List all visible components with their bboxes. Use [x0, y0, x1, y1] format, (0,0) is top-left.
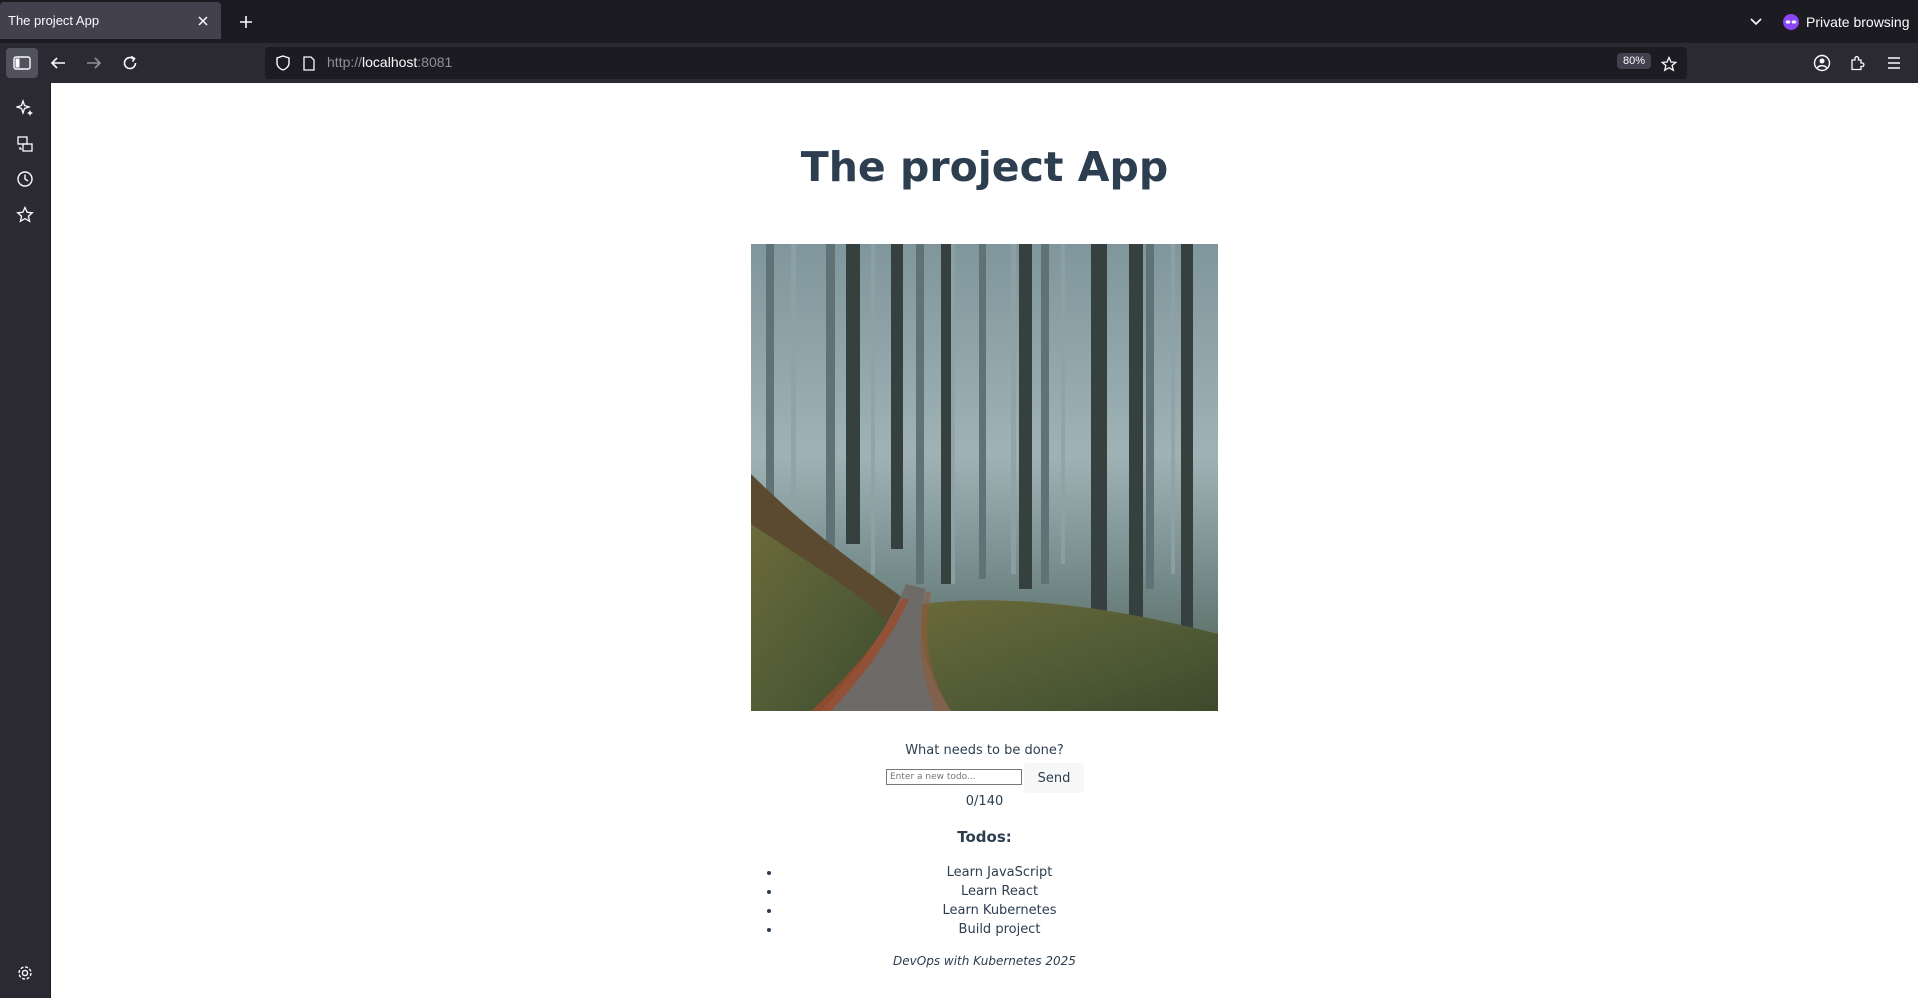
character-counter: 0/140 [965, 794, 1004, 809]
private-browsing-label: Private browsing [1806, 14, 1910, 30]
url-bar[interactable]: http://localhost:8081 80% [265, 47, 1687, 79]
send-button[interactable]: Send [1024, 763, 1084, 793]
menu-icon[interactable] [1878, 48, 1910, 78]
close-tab-icon[interactable] [191, 9, 215, 33]
extensions-icon[interactable] [1842, 48, 1874, 78]
ai-chat-icon[interactable] [11, 94, 39, 122]
page-content: The project App What needs to be done? E… [51, 83, 1918, 998]
private-browsing-indicator: Private browsing [1782, 8, 1910, 36]
todo-list: Learn JavaScript Learn React Learn Kuber… [751, 865, 1218, 941]
chevron-down-icon[interactable] [1742, 8, 1770, 36]
url-host: localhost [362, 54, 418, 70]
page-footer: DevOps with Kubernetes 2025 [893, 954, 1076, 968]
todo-item: Build project [781, 922, 1218, 941]
page-title: The project App [800, 143, 1169, 191]
settings-icon[interactable] [11, 959, 39, 987]
todo-item: Learn JavaScript [781, 865, 1218, 884]
page-info-icon[interactable] [299, 53, 319, 73]
url-scheme: http:// [327, 54, 363, 70]
zoom-level-badge[interactable]: 80% [1617, 53, 1652, 69]
url-text[interactable]: http://localhost:8081 [327, 54, 452, 70]
navigation-toolbar: http://localhost:8081 80% [0, 43, 1918, 83]
account-icon[interactable] [1806, 48, 1838, 78]
bookmarks-icon[interactable] [11, 201, 39, 229]
tracking-shield-icon[interactable] [273, 53, 293, 73]
todo-input[interactable] [886, 769, 1022, 785]
tab-strip: The project App Private browsing [0, 0, 1918, 43]
history-icon[interactable] [11, 165, 39, 193]
todo-item: Learn Kubernetes [781, 903, 1218, 922]
forest-image [751, 244, 1218, 711]
url-port: :8081 [417, 54, 453, 70]
forward-icon[interactable] [78, 48, 110, 78]
todos-heading: Todos: [957, 828, 1012, 846]
tab-title: The project App [8, 13, 100, 28]
todo-item: Learn React [781, 884, 1218, 903]
browser-sidebar [0, 83, 51, 998]
bookmark-star-icon[interactable] [1657, 52, 1681, 76]
sidebar-toggle-icon[interactable] [6, 48, 38, 78]
reload-icon[interactable] [114, 48, 146, 78]
back-icon[interactable] [42, 48, 74, 78]
private-mask-icon [1783, 14, 1799, 30]
todo-prompt: What needs to be done? [905, 743, 1064, 758]
new-tab-icon[interactable] [232, 8, 260, 36]
synced-tabs-icon[interactable] [11, 130, 39, 158]
active-tab[interactable]: The project App [0, 2, 221, 39]
